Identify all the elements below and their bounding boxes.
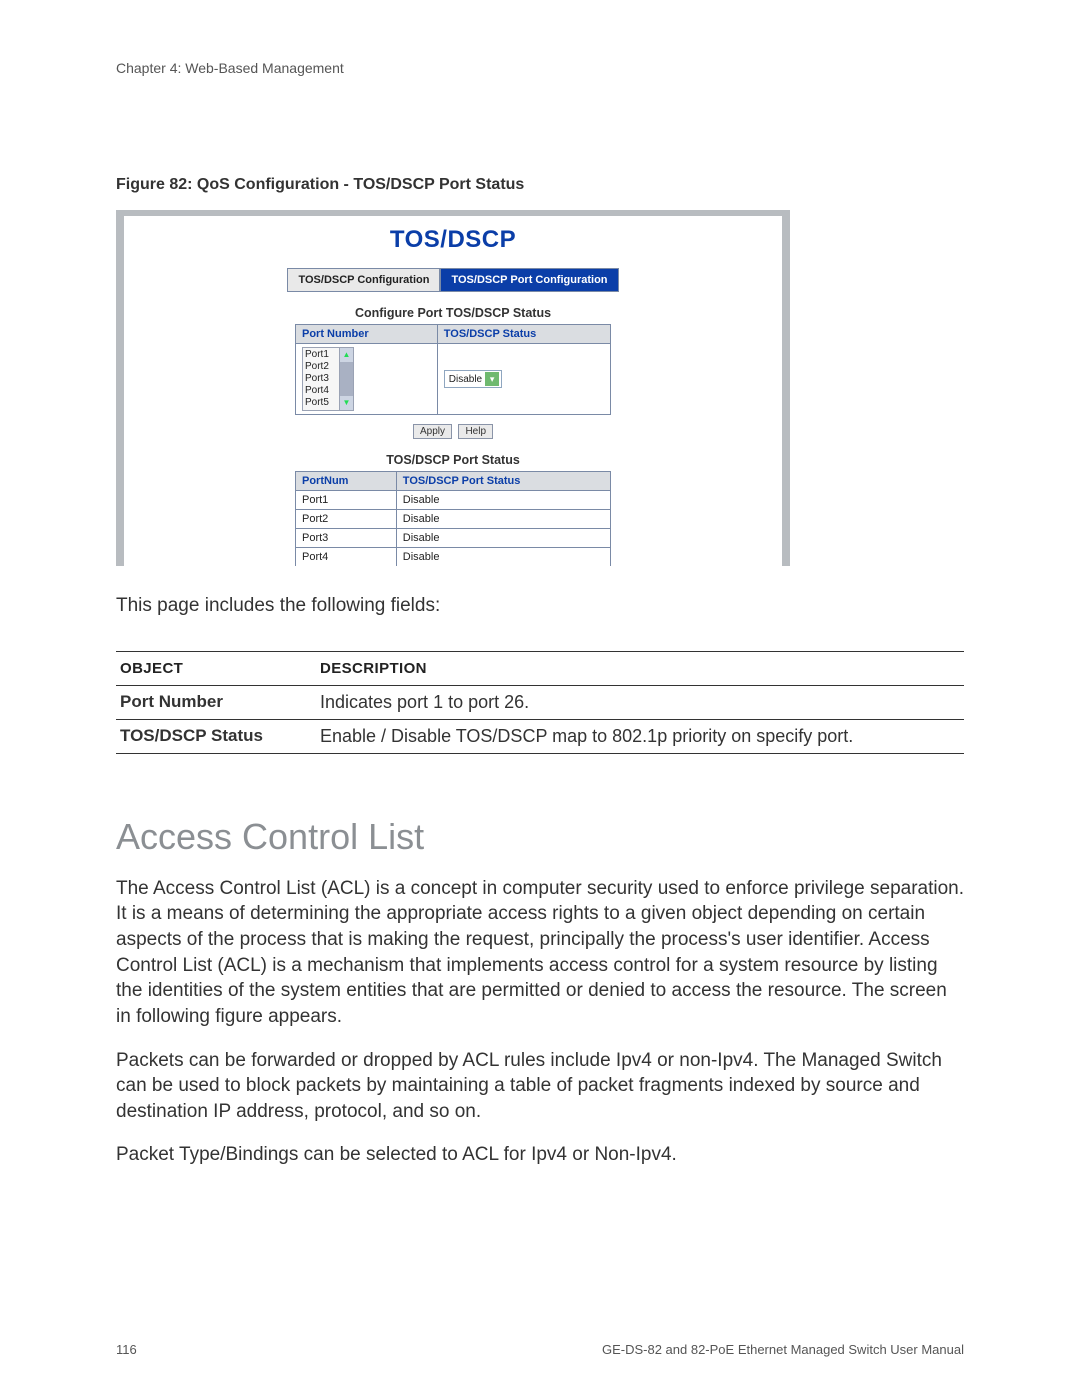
table-row: Port3 Disable: [296, 529, 611, 548]
table-row: Port4 Disable: [296, 548, 611, 567]
chapter-label: Chapter 4: Web-Based Management: [116, 60, 964, 76]
status-cell: Disable ▾: [437, 344, 610, 415]
field-desc: Indicates port 1 to port 26.: [316, 685, 964, 719]
status-table-title: TOS/DSCP Port Status: [124, 453, 782, 467]
scroll-down-icon[interactable]: ▼: [339, 396, 353, 410]
page-number: 116: [116, 1342, 137, 1357]
portnum-cell: Port1: [296, 491, 397, 510]
scroll-up-icon[interactable]: ▲: [339, 348, 353, 362]
fields-table: OBJECT DESCRIPTION Port Number Indicates…: [116, 651, 964, 754]
tab-port-config[interactable]: TOS/DSCP Port Configuration: [440, 268, 618, 292]
portnum-cell: Port2: [296, 510, 397, 529]
screenshot-panel: TOS/DSCP TOS/DSCP Configuration TOS/DSCP…: [124, 216, 782, 566]
tab-row: TOS/DSCP Configuration TOS/DSCP Port Con…: [124, 268, 782, 292]
status-header-status: TOS/DSCP Port Status: [396, 472, 610, 491]
screenshot-frame: TOS/DSCP TOS/DSCP Configuration TOS/DSCP…: [116, 210, 790, 566]
portnum-cell: Port3: [296, 529, 397, 548]
port-listbox[interactable]: Port1 Port2 Port3 Port4 Port5 ▲ ▼: [302, 347, 354, 411]
intro-text: This page includes the following fields:: [116, 594, 964, 619]
help-button[interactable]: Help: [458, 424, 493, 439]
screenshot-title: TOS/DSCP: [124, 226, 782, 254]
configure-port-title: Configure Port TOS/DSCP Status: [124, 306, 782, 320]
table-row: Port1 Disable: [296, 491, 611, 510]
status-header-portnum: PortNum: [296, 472, 397, 491]
table-row: Port2 Disable: [296, 510, 611, 529]
field-object: Port Number: [116, 685, 316, 719]
fields-header-object: OBJECT: [116, 651, 316, 685]
cfg-header-port: Port Number: [296, 325, 438, 344]
port-number-cell: Port1 Port2 Port3 Port4 Port5 ▲ ▼: [296, 344, 438, 415]
table-row: TOS/DSCP Status Enable / Disable TOS/DSC…: [116, 719, 964, 753]
portnum-cell: Port4: [296, 548, 397, 567]
cfg-header-status: TOS/DSCP Status: [437, 325, 610, 344]
fields-header-desc: DESCRIPTION: [316, 651, 964, 685]
field-object: TOS/DSCP Status: [116, 719, 316, 753]
field-desc: Enable / Disable TOS/DSCP map to 802.1p …: [316, 719, 964, 753]
paragraph: The Access Control List (ACL) is a conce…: [116, 876, 964, 1030]
scroll-track[interactable]: [339, 362, 353, 396]
portstatus-cell: Disable: [396, 510, 610, 529]
figure-caption: Figure 82: QoS Configuration - TOS/DSCP …: [116, 176, 964, 194]
table-row: Port Number Indicates port 1 to port 26.: [116, 685, 964, 719]
tab-config[interactable]: TOS/DSCP Configuration: [287, 268, 440, 292]
chevron-down-icon: ▾: [485, 372, 499, 386]
status-table: PortNum TOS/DSCP Port Status Port1 Disab…: [295, 471, 611, 566]
portstatus-cell: Disable: [396, 491, 610, 510]
button-row: Apply Help: [124, 421, 782, 439]
apply-button[interactable]: Apply: [413, 424, 452, 439]
paragraph: Packet Type/Bindings can be selected to …: [116, 1142, 964, 1168]
page-footer: 116 GE-DS-82 and 82-PoE Ethernet Managed…: [116, 1342, 964, 1357]
portstatus-cell: Disable: [396, 548, 610, 567]
dropdown-value: Disable: [449, 374, 482, 385]
portstatus-cell: Disable: [396, 529, 610, 548]
manual-title: GE-DS-82 and 82-PoE Ethernet Managed Swi…: [602, 1342, 964, 1357]
section-heading: Access Control List: [116, 816, 964, 858]
status-dropdown[interactable]: Disable ▾: [444, 370, 502, 388]
paragraph: Packets can be forwarded or dropped by A…: [116, 1048, 964, 1125]
configure-table: Port Number TOS/DSCP Status Port1 Port2 …: [295, 324, 611, 415]
